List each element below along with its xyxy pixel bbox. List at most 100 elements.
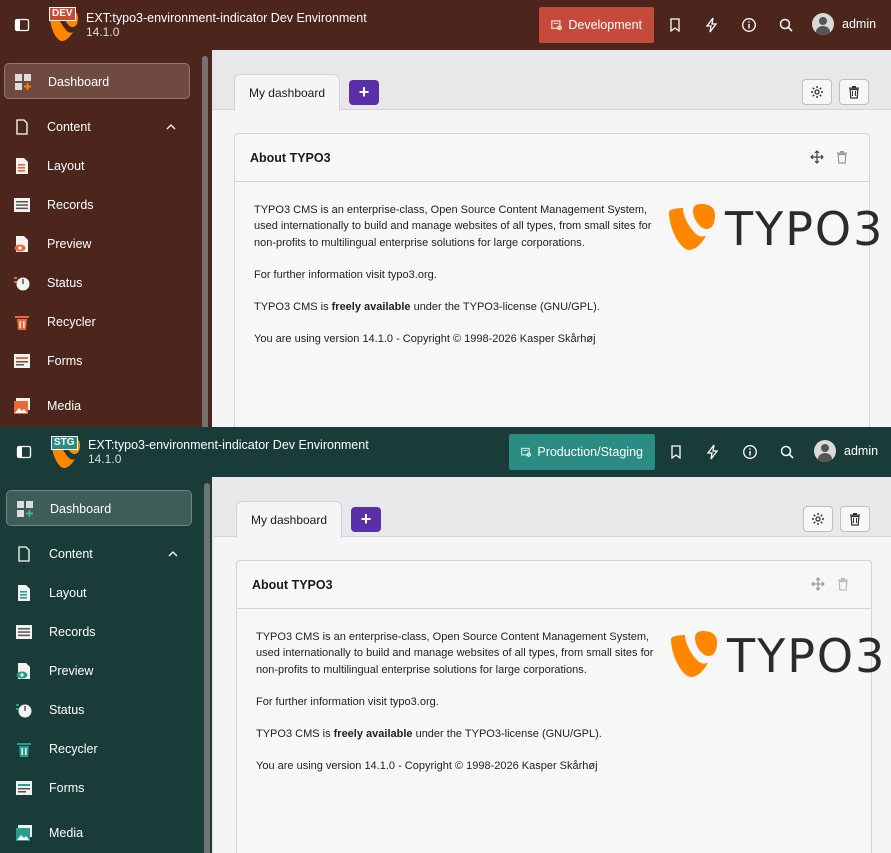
environment-icon [521,447,531,457]
sidebar-item-preview[interactable]: Preview [4,226,190,262]
sidebar-item-forms[interactable]: Forms [4,343,190,379]
dashboard-content: My dashboard + About TYPO3 TYPO3 CMS is … [212,50,891,427]
environment-badge: STG [51,436,78,450]
info-icon[interactable] [742,444,758,460]
widget-header: About TYPO3 [237,561,871,609]
avatar [814,440,836,462]
avatar [812,13,834,35]
module-sidebar: Dashboard Content Layout Records Preview… [0,50,212,427]
sidebar-toggle-icon[interactable] [16,444,32,460]
preview-icon [16,663,30,679]
search-icon[interactable] [778,17,794,33]
environment-icon [551,20,562,31]
layout-icon [16,158,28,174]
gear-icon [811,86,823,98]
sidebar-item-preview[interactable]: Preview [6,653,192,689]
info-icon[interactable] [741,17,757,33]
typo3-logo-icon[interactable]: DEV [46,7,80,43]
content-icon [18,546,30,562]
dashboard-settings-button[interactable] [803,506,833,532]
bookmark-icon[interactable] [668,444,684,460]
add-dashboard-button[interactable]: + [351,507,381,532]
dashboard-icon [17,501,33,517]
dashboard-tabs: My dashboard + [212,50,891,111]
sidebar-scrollbar[interactable] [204,483,210,853]
trash-icon[interactable] [836,577,850,591]
typo3-logo: TYPO3 [669,627,884,681]
bolt-icon[interactable] [704,17,720,33]
delete-dashboard-button[interactable] [839,79,869,105]
sidebar-item-dashboard[interactable]: Dashboard [4,63,190,99]
delete-dashboard-button[interactable] [840,506,870,532]
sidebar-item-records[interactable]: Records [6,614,192,650]
sidebar-scrollbar[interactable] [202,56,208,427]
gear-icon [812,513,824,525]
bolt-icon[interactable] [705,444,721,460]
records-icon [14,198,30,212]
tab-my-dashboard[interactable]: My dashboard [234,74,340,111]
forms-icon [14,354,30,368]
dev-environment-screen: DEV EXT:typo3-environment-indicator Dev … [0,0,891,427]
topbar: DEV EXT:typo3-environment-indicator Dev … [0,0,891,50]
widget-header: About TYPO3 [235,134,869,182]
about-version: You are using version 14.1.0 - Copyright… [256,760,598,773]
widget-title: About TYPO3 [252,578,333,592]
site-title: EXT:typo3-environment-indicator Dev Envi… [88,438,369,466]
about-license: TYPO3 CMS is freely available under the … [256,728,602,741]
typo3-logo: TYPO3 [667,200,882,254]
widget-title: About TYPO3 [250,151,331,165]
about-description: TYPO3 CMS is an enterprise-class, Open S… [254,204,652,249]
trash-icon [849,86,859,99]
user-menu[interactable]: admin [812,13,876,35]
sidebar-item-status[interactable]: Status [4,265,190,301]
environment-button[interactable]: Development [539,7,654,43]
user-menu[interactable]: admin [814,440,878,462]
sidebar-item-media[interactable]: Media [6,815,192,851]
about-info-link: For further information visit typo3.org. [254,268,437,281]
sidebar-toggle-icon[interactable] [14,17,30,33]
media-icon [14,398,30,414]
trash-icon[interactable] [835,150,849,164]
sidebar-item-media[interactable]: Media [4,388,190,424]
about-version: You are using version 14.1.0 - Copyright… [254,333,596,346]
move-icon[interactable] [810,150,824,164]
recycler-icon [15,316,29,330]
add-dashboard-button[interactable]: + [349,80,379,105]
trash-icon [850,513,860,526]
layout-icon [18,585,30,601]
sidebar-item-content[interactable]: Content [6,536,192,572]
about-license: TYPO3 CMS is freely available under the … [254,301,600,314]
chevron-up-icon[interactable] [166,122,176,132]
recycler-icon [17,743,31,757]
sidebar-item-dashboard[interactable]: Dashboard [6,490,192,526]
tab-my-dashboard[interactable]: My dashboard [236,501,342,538]
site-title: EXT:typo3-environment-indicator Dev Envi… [86,11,367,39]
sidebar-item-status[interactable]: Status [6,692,192,728]
sidebar-item-records[interactable]: Records [4,187,190,223]
sidebar-item-forms[interactable]: Forms [6,770,192,806]
typo3-logo-icon[interactable]: STG [48,434,82,470]
about-typo3-widget: About TYPO3 TYPO3 CMS is an enterprise-c… [234,133,882,427]
dashboard-settings-button[interactable] [802,79,832,105]
about-typo3-widget: About TYPO3 TYPO3 CMS is an enterprise-c… [236,560,884,853]
module-sidebar: Dashboard Content Layout Records Preview… [0,477,212,853]
sidebar-item-layout[interactable]: Layout [6,575,192,611]
environment-button[interactable]: Production/Staging [509,434,655,470]
dashboard-icon [15,74,31,90]
forms-icon [16,781,32,795]
search-icon[interactable] [779,444,795,460]
staging-environment-screen: STG EXT:typo3-environment-indicator Dev … [0,427,891,853]
widget-body: TYPO3 CMS is an enterprise-class, Open S… [254,202,654,364]
typo3-wordmark: TYPO3 [727,629,887,683]
sidebar-item-layout[interactable]: Layout [4,148,190,184]
sidebar-item-content[interactable]: Content [4,109,190,145]
widget-body: TYPO3 CMS is an enterprise-class, Open S… [256,629,656,791]
move-icon[interactable] [811,577,825,591]
sidebar-item-recycler[interactable]: Recycler [6,731,192,767]
sidebar-item-recycler[interactable]: Recycler [4,304,190,340]
bookmark-icon[interactable] [667,17,683,33]
typo3-wordmark: TYPO3 [725,202,885,256]
media-icon [16,825,32,841]
chevron-up-icon[interactable] [168,549,178,559]
topbar: STG EXT:typo3-environment-indicator Dev … [0,427,891,477]
